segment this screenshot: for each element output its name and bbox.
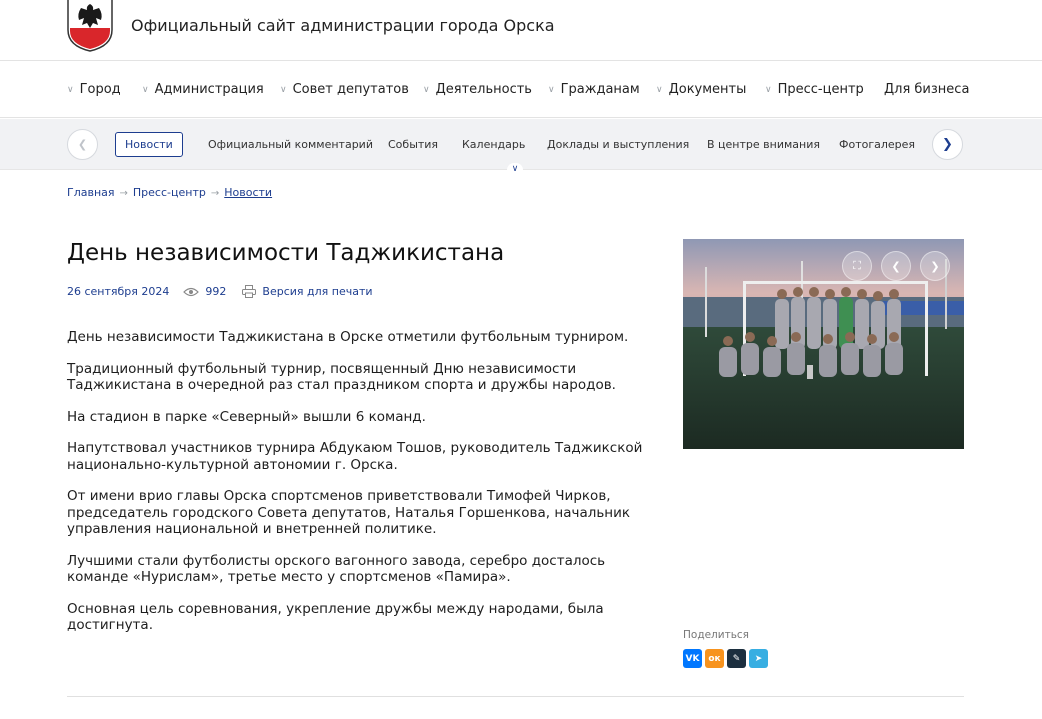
chevron-down-icon: ∨ [142,85,149,95]
fullscreen-icon[interactable]: ⛶ [842,251,872,281]
tab-photo-gallery[interactable]: Фотогалерея [839,138,915,151]
ok-share-icon[interactable]: ок [705,649,724,668]
site-header: Официальный сайт администрации города Ор… [0,0,1042,61]
article-paragraph: Лучшими стали футболисты орского вагонно… [67,552,606,586]
photo-prev-button[interactable]: ❮ [881,251,911,281]
breadcrumb-home[interactable]: Главная [67,186,115,199]
nav-item-city[interactable]: ∨ Город [67,82,121,97]
subnav-expand-icon[interactable]: ∨ [507,163,523,177]
view-count: 992 [205,285,227,298]
nav-item-administration[interactable]: ∨ Администрация [142,82,264,97]
chevron-right-icon: ❯ [942,137,953,152]
tab-news[interactable]: Новости [115,132,183,157]
telegram-share-icon[interactable]: ➤ [749,649,768,668]
chevron-down-icon: ∨ [548,85,555,95]
printer-icon[interactable] [242,285,257,298]
nav-item-business[interactable]: Для бизнеса [884,82,969,97]
city-coat-of-arms-logo[interactable] [67,0,113,52]
share-buttons: VK ок ✎ ➤ [683,649,768,668]
article-date: 26 сентября 2024 [67,285,170,298]
breadcrumb-separator: → [119,188,128,199]
chevron-down-icon: ∨ [423,85,430,95]
chevron-down-icon: ∨ [765,85,772,95]
vk-share-icon[interactable]: VK [683,649,702,668]
tab-reports[interactable]: Доклады и выступления [547,138,689,151]
nav-item-citizens[interactable]: ∨ Гражданам [548,82,640,97]
page-title: День независимости Таджикистана [67,240,505,266]
breadcrumb-press-center[interactable]: Пресс-центр [133,186,206,199]
article-photo-gallery[interactable]: ⛶ ❮ ❯ [683,239,964,449]
chevron-down-icon: ∨ [280,85,287,95]
press-center-subnav: ❮ Новости Официальный комментарий Событи… [0,119,1042,170]
livejournal-share-icon[interactable]: ✎ [727,649,746,668]
article-body: День независимости Таджикистана в Орске … [67,329,652,649]
eye-icon [183,287,200,297]
nav-item-documents[interactable]: ∨ Документы [656,82,746,97]
tab-events[interactable]: События [388,138,438,151]
article-paragraph: Основная цель соревнования, укрепление д… [67,600,604,634]
article-meta: 26 сентября 2024 992 Версия для печати [67,285,373,298]
article-paragraph: На стадион в парке «Северный» вышли 6 ко… [67,408,426,425]
tab-calendar[interactable]: Календарь [462,138,525,151]
article-paragraph: Традиционный футбольный турнир, посвящен… [67,360,616,394]
tab-official-comment[interactable]: Официальный комментарий [208,138,373,151]
nav-item-council[interactable]: ∨ Совет депутатов [280,82,409,97]
tab-in-focus[interactable]: В центре внимания [707,138,820,151]
chevron-down-icon: ∨ [67,85,74,95]
article-paragraph: От имени врио главы Орска спортсменов пр… [67,488,631,537]
site-title[interactable]: Официальный сайт администрации города Ор… [131,16,555,35]
breadcrumb-separator: → [210,188,220,199]
divider [67,696,964,697]
photo-next-button[interactable]: ❯ [920,251,950,281]
print-version-link[interactable]: Версия для печати [262,285,372,298]
share-label: Поделиться [683,629,749,641]
chevron-down-icon: ∨ [656,85,663,95]
main-navigation: ∨ Город ∨ Администрация ∨ Совет депутатов ∨… [0,61,1042,118]
chevron-left-icon: ❮ [77,138,88,151]
nav-item-activity[interactable]: ∨ Деятельность [423,82,532,97]
article-paragraph: Напутствовал участников турнира Абдукаюм… [67,440,643,473]
subnav-prev-button[interactable]: ❮ [67,129,98,160]
breadcrumb-news[interactable]: Новости [224,186,272,199]
article-paragraph: День независимости Таджикистана в Орске … [67,329,629,345]
nav-item-press-center[interactable]: ∨ Пресс-центр [765,82,864,97]
subnav-next-button[interactable]: ❯ [932,129,963,160]
breadcrumb: Главная → Пресс-центр → Новости [67,186,272,199]
